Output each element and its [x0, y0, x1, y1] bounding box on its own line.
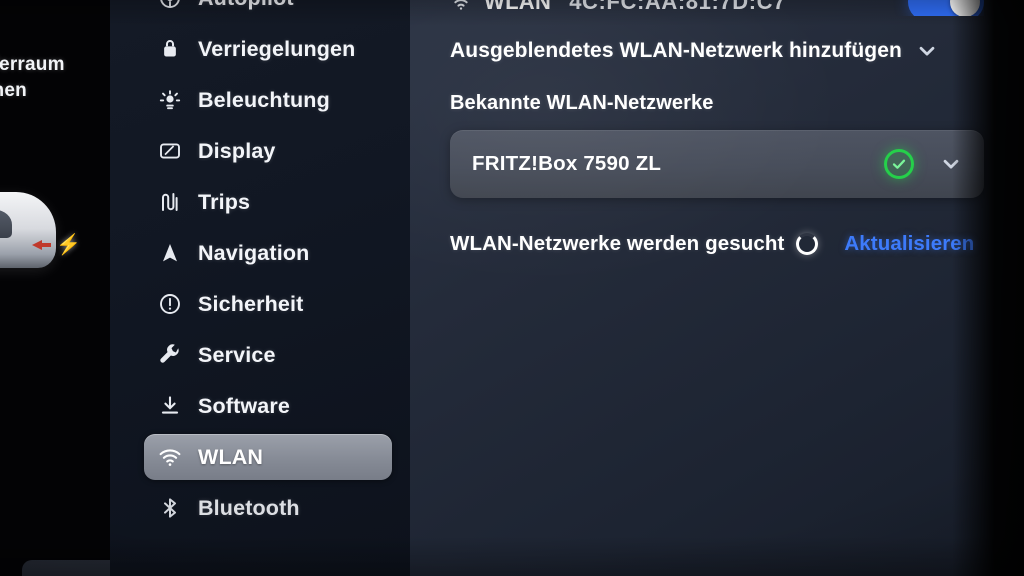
- settings-sidebar: Autopilot Verriegelungen: [110, 0, 410, 576]
- sidebar-item-software[interactable]: Software: [144, 383, 392, 429]
- navigation-arrow-icon: [158, 241, 182, 265]
- car-image: ⚡: [0, 178, 86, 328]
- sidebar-nav-list: Autopilot Verriegelungen: [110, 0, 410, 536]
- sidebar-item-trips[interactable]: Trips: [144, 179, 392, 225]
- sidebar-item-label: Sicherheit: [198, 291, 304, 316]
- sidebar-item-verriegelungen[interactable]: Verriegelungen: [144, 26, 392, 72]
- sidebar-item-label: Trips: [198, 189, 251, 214]
- network-row-actions: [884, 149, 962, 179]
- wlan-mac-address: 4C:FC:AA:81:7D:C7: [569, 0, 786, 14]
- known-network-row[interactable]: FRITZ!Box 7590 ZL: [450, 130, 984, 198]
- lock-icon: [158, 37, 182, 61]
- sidebar-item-autopilot[interactable]: Autopilot: [144, 0, 392, 21]
- loading-spinner-icon: [796, 233, 819, 255]
- sidebar-item-label: Autopilot: [198, 0, 294, 11]
- known-networks-title: Bekannte WLAN-Netzwerke: [450, 92, 714, 114]
- chevron-down-icon[interactable]: [940, 153, 962, 175]
- scan-status-label: WLAN-Netzwerke werden gesucht: [450, 232, 785, 255]
- add-hidden-network-label: Ausgeblendetes WLAN-Netzwerk hinzufügen: [450, 39, 902, 62]
- sidebar-item-label: WLAN: [198, 444, 264, 469]
- wrench-icon: [158, 343, 182, 367]
- sidebar-item-label: Service: [198, 342, 276, 367]
- bottom-card-edge: [22, 560, 110, 576]
- bluetooth-icon: [158, 496, 182, 520]
- trips-road-icon: [158, 190, 182, 214]
- sidebar-item-sicherheit[interactable]: Sicherheit: [144, 281, 392, 327]
- display-icon: [158, 139, 182, 163]
- scan-status-row: WLAN-Netzwerke werden gesucht Aktualisie…: [450, 228, 984, 260]
- trunk-action-label: fferraum fnen: [0, 52, 65, 103]
- alert-circle-icon: [158, 292, 182, 316]
- trunk-action-label-line1: fferraum: [0, 54, 65, 75]
- vehicle-visualization-panel: fferraum fnen ⚡: [0, 0, 110, 576]
- brightness-icon: [158, 88, 182, 112]
- add-hidden-network-row[interactable]: Ausgeblendetes WLAN-Netzwerk hinzufügen: [450, 34, 984, 68]
- check-circle-icon: [884, 149, 914, 179]
- tesla-infotainment-screen: fferraum fnen ⚡: [0, 0, 1024, 576]
- sidebar-item-label: Beleuchtung: [198, 87, 330, 112]
- wlan-toggle[interactable]: [908, 0, 984, 16]
- wlan-toggle-knob: [950, 0, 980, 16]
- sidebar-item-label: Navigation: [198, 240, 310, 265]
- sidebar-item-navigation[interactable]: Navigation: [144, 230, 392, 276]
- chevron-down-icon[interactable]: [916, 40, 938, 62]
- charge-port-indicator: ⚡: [32, 235, 81, 255]
- sidebar-item-label: Software: [198, 393, 290, 418]
- sidebar-item-wlan[interactable]: WLAN: [144, 434, 392, 480]
- sidebar-item-label: Bluetooth: [198, 495, 300, 520]
- sidebar-item-label: Display: [198, 138, 276, 163]
- charge-port-arrow-icon: [32, 240, 51, 250]
- car-body-shape: [0, 192, 56, 268]
- car-window-shape: [0, 210, 12, 238]
- download-icon: [158, 394, 182, 418]
- steering-wheel-icon: [158, 0, 182, 10]
- trunk-action-label-line2: fnen: [0, 79, 27, 101]
- wlan-title: WLAN: [484, 0, 552, 14]
- wifi-icon: [450, 0, 472, 13]
- network-ssid: FRITZ!Box 7590 ZL: [472, 152, 662, 175]
- sidebar-item-display[interactable]: Display: [144, 128, 392, 174]
- refresh-button[interactable]: Aktualisieren: [844, 232, 974, 256]
- wifi-icon: [158, 445, 182, 469]
- sidebar-item-beleuchtung[interactable]: Beleuchtung: [144, 77, 392, 123]
- charging-bolt-icon: ⚡: [56, 234, 81, 256]
- sidebar-item-label: Verriegelungen: [198, 36, 356, 61]
- sidebar-item-service[interactable]: Service: [144, 332, 392, 378]
- sidebar-item-bluetooth[interactable]: Bluetooth: [144, 485, 392, 531]
- wlan-header-row: WLAN 4C:FC:AA:81:7D:C7: [450, 0, 984, 16]
- wlan-settings-panel: WLAN 4C:FC:AA:81:7D:C7 Ausgeblendetes WL…: [410, 0, 1024, 576]
